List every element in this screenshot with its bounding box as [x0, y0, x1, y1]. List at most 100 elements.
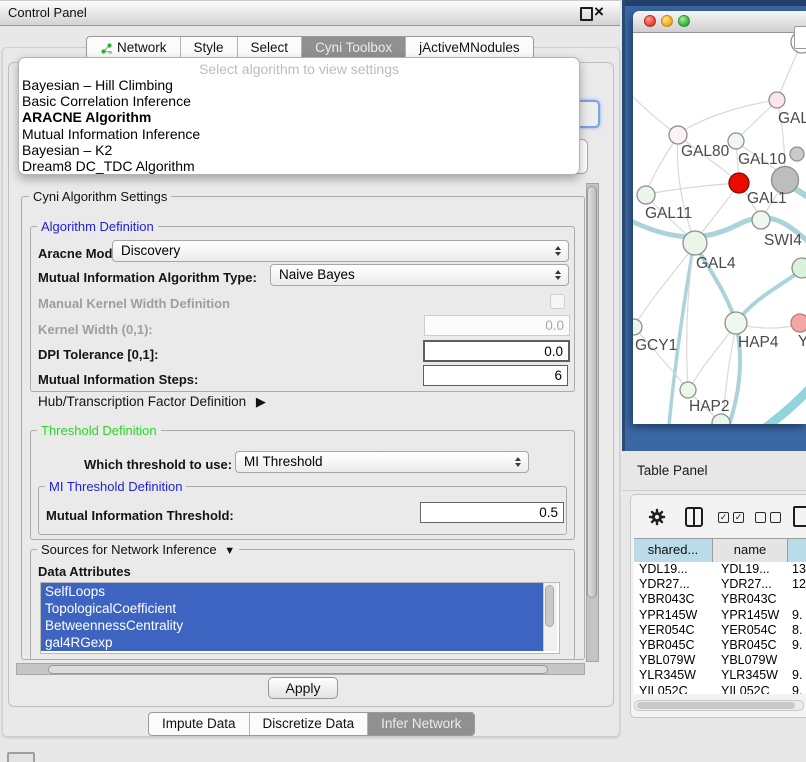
list-item-selected[interactable]: gal4RGexp [41, 634, 545, 651]
column-header-name[interactable]: name [713, 539, 788, 563]
network-edge[interactable] [740, 325, 798, 328]
document-icon[interactable] [793, 506, 806, 527]
cell: YDL19... [713, 562, 788, 577]
table-row[interactable]: YDR27... YDR27... 12 [634, 577, 806, 592]
network-window-titlebar[interactable] [633, 11, 806, 33]
threshold-definition-title: Threshold Definition [37, 423, 161, 438]
network-node-gal1-selected[interactable] [729, 173, 749, 193]
mi-steps-label: Mutual Information Steps: [38, 372, 198, 387]
network-edge[interactable] [737, 269, 803, 322]
dpi-tolerance-input[interactable]: 0.0 [423, 340, 570, 362]
apply-button[interactable]: Apply [268, 677, 338, 699]
network-node-gcy1[interactable] [633, 319, 642, 335]
table-row[interactable]: YLR345W YLR345W 9. [634, 668, 806, 683]
network-edge[interactable] [647, 183, 739, 194]
kernel-width-input[interactable]: 0.0 [424, 315, 570, 336]
network-node-gal-partial[interactable] [769, 92, 785, 108]
dock-panel-icon[interactable] [7, 752, 35, 762]
list-scrollbar-thumb[interactable] [545, 585, 554, 627]
network-node[interactable] [790, 147, 804, 161]
network-node-y-partial[interactable] [791, 314, 806, 332]
manual-kernel-checkbox[interactable] [550, 294, 565, 309]
table-row[interactable]: YDL19... YDL19... 13 [634, 562, 806, 577]
table-row[interactable]: YPR145W YPR145W 9. [634, 608, 806, 623]
gear-icon[interactable] [648, 508, 666, 531]
unchecked-checkbox-icon[interactable] [770, 512, 781, 523]
tab-infer-network-label: Infer Network [381, 713, 461, 735]
table-row[interactable]: YER054C YER054C 8. [634, 623, 806, 638]
node-label-gal-partial: GAL [778, 110, 806, 127]
cell: YIL052C [713, 684, 788, 695]
view-corner-widget[interactable] [794, 26, 806, 49]
cell: 9. [788, 668, 806, 683]
column-header-shared-name[interactable]: shared... [634, 539, 713, 563]
tab-style[interactable]: Style [180, 37, 237, 59]
dropdown-option[interactable]: Bayesian – K2 [19, 142, 579, 158]
tab-jactivemnodules[interactable]: jActiveMNodules [405, 37, 533, 59]
network-edge[interactable] [761, 385, 806, 424]
float-window-icon[interactable] [580, 7, 593, 21]
table-row[interactable]: YBR045C YBR045C 9. [634, 638, 806, 653]
checked-checkbox-icon[interactable]: ✓ [718, 512, 729, 523]
dropdown-option[interactable]: Mutual Information Inference [19, 126, 579, 142]
mac-close-button[interactable] [644, 15, 656, 27]
node-label-gal80: GAL80 [681, 143, 730, 160]
table-horizontal-scrollbar-thumb[interactable] [637, 702, 795, 709]
cell: YLR345W [634, 668, 713, 683]
tab-discretize-data[interactable]: Discretize Data [249, 713, 368, 735]
list-item-selected[interactable]: TopologicalCoefficient [41, 600, 545, 617]
table-row[interactable]: YBL079W YBL079W [634, 653, 806, 668]
network-node-gal11[interactable] [637, 186, 655, 204]
network-node-swi4[interactable] [752, 211, 770, 229]
column-header-partial[interactable] [788, 539, 806, 563]
table-row[interactable]: YBR043C YBR043C [634, 592, 806, 607]
network-canvas[interactable]: GAL GAL80 GAL10 GAL1 GAL11 SWI4 GAL4 GCY… [633, 33, 806, 424]
which-threshold-combo[interactable]: MI Threshold [235, 451, 529, 473]
unchecked-checkbox-icon[interactable] [755, 512, 766, 523]
mac-zoom-button[interactable] [678, 15, 690, 27]
settings-vertical-scrollbar-thumb[interactable] [587, 186, 597, 598]
sources-toggle[interactable]: Sources for Network Inference ▼ [37, 542, 239, 557]
dropdown-option-highlighted[interactable]: ARACNE Algorithm [19, 109, 579, 125]
cell: YBR043C [713, 592, 788, 607]
network-node-hap4[interactable] [725, 312, 747, 334]
mi-threshold-input[interactable]: 0.5 [420, 502, 564, 523]
table-row[interactable]: YIL052C YIL052C 9. [634, 684, 806, 695]
network-node-gal80[interactable] [669, 126, 687, 144]
network-node-hap2[interactable] [680, 382, 696, 398]
bottom-tabbar: Impute Data Discretize Data Infer Networ… [148, 712, 475, 736]
cell: 12 [788, 577, 806, 592]
network-node-gal10[interactable] [728, 133, 744, 149]
list-item-selected[interactable]: SelfLoops [41, 583, 545, 600]
network-node[interactable] [792, 258, 806, 278]
mac-minimize-button[interactable] [661, 15, 673, 27]
cell: YIL052C [634, 684, 713, 695]
split-columns-icon[interactable] [685, 507, 703, 527]
tab-impute-data[interactable]: Impute Data [149, 713, 249, 735]
cell [788, 592, 806, 607]
network-node-gal4[interactable] [683, 231, 707, 255]
tab-infer-network[interactable]: Infer Network [367, 713, 474, 735]
list-item-selected[interactable]: BetweennessCentrality [41, 617, 545, 634]
network-edge[interactable] [690, 324, 736, 388]
aracne-mode-combo[interactable]: Discovery [112, 240, 569, 262]
close-panel-icon[interactable]: × [594, 0, 604, 24]
mi-steps-input[interactable]: 6 [423, 365, 568, 386]
hub-section-toggle[interactable]: Hub/Transcription Factor Definition ▶ [38, 394, 266, 410]
tab-network[interactable]: Network [87, 37, 180, 59]
tab-select[interactable]: Select [237, 37, 302, 59]
dropdown-option[interactable]: Bayesian – Hill Climbing [19, 77, 579, 93]
settings-horizontal-scrollbar-thumb[interactable] [48, 665, 548, 674]
control-panel-titlebar: Control Panel × [0, 0, 620, 26]
checked-checkbox-icon[interactable]: ✓ [733, 512, 744, 523]
network-edge[interactable] [633, 93, 677, 134]
mi-type-combo[interactable]: Naive Bayes [270, 264, 569, 286]
tab-cyni-toolbox[interactable]: Cyni Toolbox [301, 37, 405, 59]
dropdown-option[interactable]: Dream8 DC_TDC Algorithm [19, 158, 579, 174]
network-edge[interactable] [777, 45, 801, 100]
screenshot-root: Control Panel × Network Style Select Cyn… [0, 0, 806, 762]
dropdown-option[interactable]: Basic Correlation Inference [19, 93, 579, 109]
network-edge[interactable] [646, 136, 678, 193]
network-node[interactable] [712, 414, 730, 424]
network-edge[interactable] [678, 100, 777, 134]
